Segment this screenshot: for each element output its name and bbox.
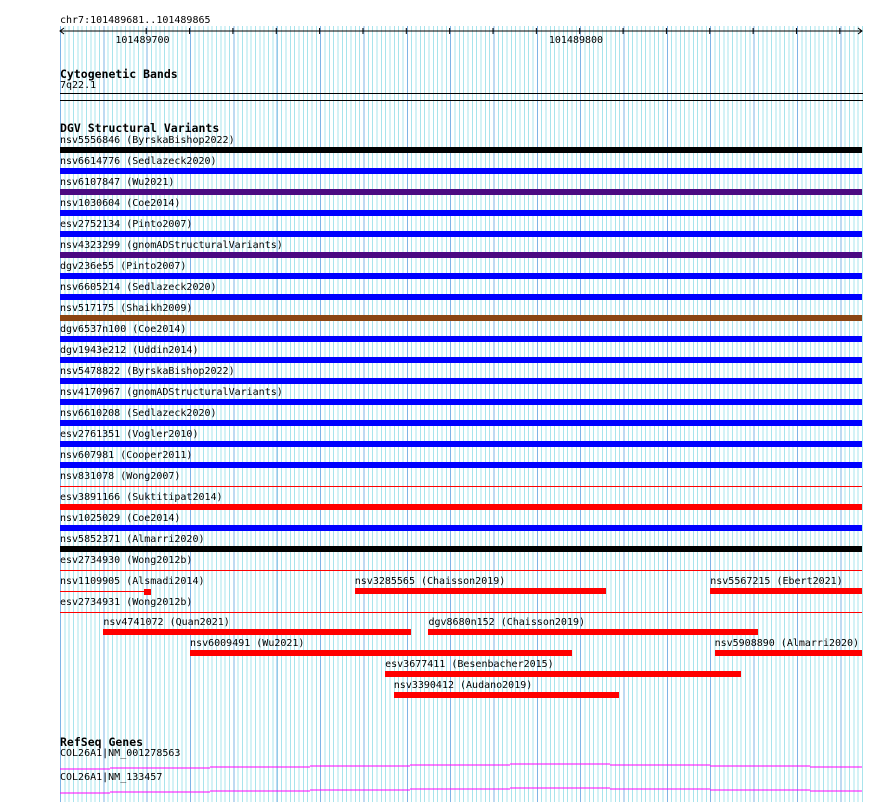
variant-bar[interactable]: [60, 612, 862, 613]
variant-label: nsv6614776 (Sedlazeck2020): [60, 156, 217, 167]
variant-bar[interactable]: [60, 252, 862, 258]
variant-label: nsv4170967 (gnomADStructuralVariants): [60, 387, 283, 398]
variant-bar[interactable]: [60, 570, 862, 571]
gene-label[interactable]: COL26A1|NM_133457: [60, 772, 162, 783]
cytoband-bar[interactable]: [60, 93, 863, 94]
variant-label: nsv4741072 (Quan2021): [103, 617, 230, 628]
variant-label: esv2752134 (Pinto2007): [60, 219, 193, 230]
variant-bar[interactable]: [60, 147, 862, 153]
ruler-tick-label: 101489800: [548, 35, 604, 46]
variant-label: esv2761351 (Vogler2010): [60, 429, 199, 440]
variant-bar[interactable]: [60, 294, 862, 300]
cytoband-track-title: Cytogenetic Bands: [60, 67, 178, 81]
variant-bar[interactable]: [428, 629, 758, 635]
variant-label: dgv8680n152 (Chaisson2019): [428, 617, 586, 628]
variant-label: nsv5567215 (Ebert2021): [710, 576, 843, 587]
variant-bar[interactable]: [60, 210, 862, 216]
variant-label: nsv5556846 (ByrskaBishop2022): [60, 135, 235, 146]
variant-bar[interactable]: [60, 357, 862, 363]
variant-label: dgv236e55 (Pinto2007): [60, 261, 187, 272]
variant-label: nsv6605214 (Sedlazeck2020): [60, 282, 217, 293]
variant-bar[interactable]: [60, 546, 862, 552]
variant-bar[interactable]: [60, 420, 862, 426]
variant-bar[interactable]: [60, 378, 862, 384]
variant-bar[interactable]: [190, 650, 572, 656]
variant-bar[interactable]: [393, 692, 620, 698]
variant-label: nsv517175 (Shaikh2009): [60, 303, 193, 314]
variant-bar[interactable]: [60, 441, 862, 447]
gene-label[interactable]: COL26A1|NM_001278563: [60, 748, 180, 759]
variant-bar[interactable]: [354, 588, 607, 594]
variant-bar[interactable]: [103, 629, 412, 635]
variant-label: nsv1109905 (Alsmadi2014): [60, 576, 205, 587]
ruler-tick-label: 101489700: [115, 35, 170, 46]
variant-bar[interactable]: [60, 168, 862, 174]
variant-bar[interactable]: [60, 462, 862, 468]
variant-label: nsv607981 (Cooper2011): [60, 450, 193, 461]
variant-label: nsv3285565 (Chaisson2019): [354, 576, 506, 587]
variant-label: esv2734931 (Wong2012b): [60, 597, 193, 608]
variant-bar[interactable]: [714, 650, 862, 656]
variant-bar-end-box[interactable]: [144, 589, 152, 595]
variant-label: esv3677411 (Besenbacher2015): [385, 659, 554, 670]
variant-label: nsv5852371 (Almarri2020): [60, 534, 205, 545]
variant-label: nsv4323299 (gnomADStructuralVariants): [60, 240, 283, 251]
variant-label: nsv3390412 (Audano2019): [393, 680, 533, 691]
variant-bar[interactable]: [60, 231, 862, 237]
variant-label: nsv6009491 (Wu2021): [190, 638, 305, 649]
variant-bar[interactable]: [60, 591, 152, 592]
variant-bar[interactable]: [60, 273, 862, 279]
variant-label: nsv5908890 (Almarri2020): [714, 638, 860, 649]
variant-label: nsv5478822 (ByrskaBishop2022): [60, 366, 235, 377]
cytoband-label[interactable]: 7q22.1: [60, 80, 96, 91]
variant-label: nsv6610208 (Sedlazeck2020): [60, 408, 217, 419]
variant-bar[interactable]: [60, 525, 862, 531]
variant-bar[interactable]: [60, 504, 862, 510]
variant-bar[interactable]: [60, 315, 862, 321]
variant-label: esv3891166 (Suktitipat2014): [60, 492, 223, 503]
variant-label: dgv6537n100 (Coe2014): [60, 324, 187, 335]
variant-label: nsv6107847 (Wu2021): [60, 177, 175, 188]
variant-label: nsv831078 (Wong2007): [60, 471, 181, 482]
variant-bar[interactable]: [710, 588, 862, 594]
dgv-track-title: DGV Structural Variants: [60, 121, 220, 135]
variant-label: nsv1030604 (Coe2014): [60, 198, 181, 209]
refseq-track-title: RefSeq Genes: [60, 735, 144, 749]
variant-label: dgv1943e212 (Uddin2014): [60, 345, 199, 356]
variant-bar[interactable]: [60, 486, 862, 487]
variant-bar[interactable]: [60, 189, 862, 195]
variant-bar[interactable]: [60, 399, 862, 405]
variant-bar[interactable]: [60, 336, 862, 342]
variant-label: esv2734930 (Wong2012b): [60, 555, 193, 566]
variant-bar[interactable]: [385, 671, 741, 677]
track-divider: [60, 100, 863, 101]
variant-label: nsv1025029 (Coe2014): [60, 513, 181, 524]
